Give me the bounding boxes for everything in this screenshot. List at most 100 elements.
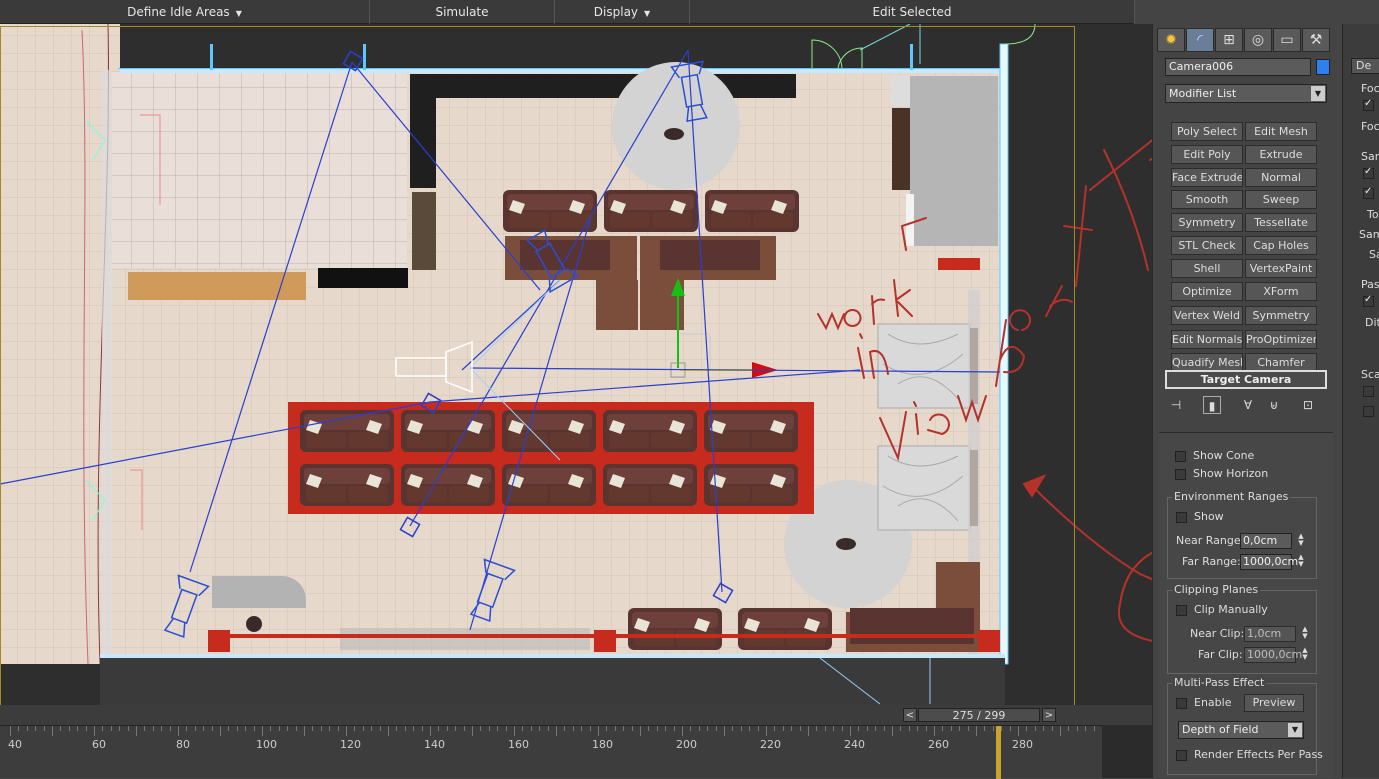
modifier-button[interactable]: Optimize: [1171, 282, 1243, 301]
modifier-stack-item[interactable]: Target Camera: [1165, 370, 1327, 389]
hierarchy-tab[interactable]: ⊞: [1215, 28, 1243, 52]
show-end-result-icon[interactable]: ▮: [1203, 396, 1221, 414]
panel2-checkbox[interactable]: [1363, 386, 1374, 397]
object-name-field[interactable]: Camera006: [1165, 58, 1311, 76]
ruler-tick: [976, 726, 977, 736]
modifier-button[interactable]: XForm: [1245, 282, 1317, 301]
prev-frame-button[interactable]: <: [903, 708, 917, 722]
ruler-tick: [422, 726, 423, 731]
modifier-button[interactable]: Sweep: [1245, 190, 1317, 209]
near-clip-input[interactable]: 1,0cm: [1244, 626, 1296, 642]
far-range-label: Far Range:: [1182, 555, 1241, 568]
motion-tab[interactable]: ◎: [1244, 28, 1272, 52]
frame-counter[interactable]: 275 / 299: [918, 708, 1040, 722]
ruler-tick: [18, 726, 19, 731]
modifier-button[interactable]: Tessellate: [1245, 213, 1317, 232]
rollout-header[interactable]: De: [1351, 58, 1379, 74]
modifier-button[interactable]: Edit Mesh: [1245, 122, 1317, 141]
panel2-checkbox[interactable]: [1363, 406, 1374, 417]
spinner-arrows-icon[interactable]: ▲ ▼: [1300, 647, 1310, 663]
remove-modifier-icon[interactable]: ⊌: [1265, 396, 1283, 414]
edit-selected-button[interactable]: Edit Selected: [690, 0, 1135, 24]
ruler-tick: [984, 726, 985, 731]
modify-icon: ◜: [1197, 32, 1203, 48]
modifier-button[interactable]: VertexPaint: [1245, 259, 1317, 278]
preview-button[interactable]: Preview: [1244, 694, 1304, 712]
spinner-arrows-icon[interactable]: ▲ ▼: [1300, 626, 1310, 642]
modifier-button[interactable]: Shell: [1171, 259, 1243, 278]
ruler-tick: [556, 726, 557, 736]
utilities-icon: ⚒: [1309, 32, 1323, 48]
panel2-checkbox[interactable]: [1363, 166, 1374, 179]
modifier-button[interactable]: Edit Normals: [1171, 330, 1243, 349]
modifier-button[interactable]: Symmetry: [1245, 306, 1317, 325]
define-idle-areas-dropdown[interactable]: Define Idle Areas ▼: [0, 0, 370, 24]
ruler-tick: [1085, 726, 1086, 731]
clip-manually-checkbox[interactable]: [1176, 605, 1187, 616]
modifier-button[interactable]: Edit Poly: [1171, 145, 1243, 164]
modifier-button[interactable]: ProOptimizer: [1245, 330, 1317, 349]
spinner-arrows-icon[interactable]: ▲ ▼: [1296, 533, 1306, 549]
multipass-effect-dropdown[interactable]: Depth of Field ▼: [1178, 721, 1304, 739]
next-frame-button[interactable]: >: [1042, 708, 1056, 722]
ruler-tick: [212, 726, 213, 731]
ruler-tick: [380, 726, 381, 731]
modifier-button[interactable]: Symmetry: [1171, 213, 1243, 232]
display-tab[interactable]: ▭: [1273, 28, 1301, 52]
ruler-tick: [564, 726, 565, 731]
ruler-tick: [867, 726, 868, 731]
display-dropdown[interactable]: Display ▼: [555, 0, 690, 24]
rollout-header-label: De: [1356, 59, 1372, 72]
top-viewport[interactable]: [0, 24, 1152, 705]
env-show-checkbox[interactable]: [1176, 512, 1187, 523]
far-clip-label: Far Clip:: [1198, 648, 1243, 661]
ruler-tick: [321, 726, 322, 731]
chevron-down-icon: ▼: [644, 9, 651, 18]
show-horizon-checkbox[interactable]: [1175, 469, 1186, 480]
modifier-list-dropdown[interactable]: Modifier List ▼: [1165, 84, 1327, 103]
ruler-label: 200: [676, 738, 697, 751]
modifier-button[interactable]: Cap Holes: [1245, 236, 1317, 255]
ruler-tick: [1077, 726, 1078, 731]
ruler-label: 160: [508, 738, 529, 751]
panel2-checkbox[interactable]: [1363, 98, 1374, 111]
modifier-button[interactable]: Normal: [1245, 168, 1317, 187]
modifier-button[interactable]: Face Extrude: [1171, 168, 1243, 187]
ruler-tick: [900, 726, 901, 731]
ruler-tick: [60, 726, 61, 731]
utilities-tab[interactable]: ⚒: [1302, 28, 1330, 52]
configure-modifier-sets-icon[interactable]: ⊡: [1299, 396, 1317, 414]
ruler-tick: [438, 726, 439, 731]
render-effects-per-pass-checkbox[interactable]: [1176, 750, 1187, 761]
make-unique-icon[interactable]: ∀: [1239, 396, 1257, 414]
far-clip-input[interactable]: 1000,0cm: [1244, 647, 1302, 663]
object-color-swatch[interactable]: [1316, 59, 1330, 75]
ruler-tick: [111, 726, 112, 731]
near-clip-label: Near Clip:: [1190, 627, 1245, 640]
modifier-button[interactable]: Vertex Weld: [1171, 306, 1243, 325]
ruler-tick: [388, 726, 389, 736]
time-slider[interactable]: < 275 / 299 >: [0, 705, 1152, 725]
multipass-enable-checkbox[interactable]: [1176, 698, 1187, 709]
modifier-button[interactable]: Extrude: [1245, 145, 1317, 164]
show-cone-checkbox[interactable]: [1175, 451, 1186, 462]
modifier-button[interactable]: STL Check: [1171, 236, 1243, 255]
ruler-label: 80: [176, 738, 190, 751]
ruler-tick: [497, 726, 498, 731]
timeline-ruler[interactable]: 40 60 80 100 120 140 160 180 200 220 240…: [0, 725, 1152, 779]
ruler-tick: [951, 726, 952, 731]
near-range-input[interactable]: 0,0cm: [1240, 533, 1292, 549]
ruler-tick: [405, 726, 406, 731]
panel2-checkbox[interactable]: [1363, 294, 1374, 307]
spinner-arrows-icon[interactable]: ▲ ▼: [1296, 554, 1306, 570]
modifier-button[interactable]: Smooth: [1171, 190, 1243, 209]
simulate-button[interactable]: Simulate: [370, 0, 555, 24]
ruler-tick: [237, 726, 238, 731]
far-range-input[interactable]: 1000,0cm: [1240, 554, 1298, 570]
pin-stack-icon[interactable]: ⊣: [1167, 396, 1185, 414]
modifier-button[interactable]: Poly Select: [1171, 122, 1243, 141]
panel2-checkbox[interactable]: [1363, 186, 1374, 199]
time-cursor[interactable]: [996, 726, 1001, 779]
modify-tab[interactable]: ◜: [1186, 28, 1214, 52]
create-tab[interactable]: ✹: [1157, 28, 1185, 52]
